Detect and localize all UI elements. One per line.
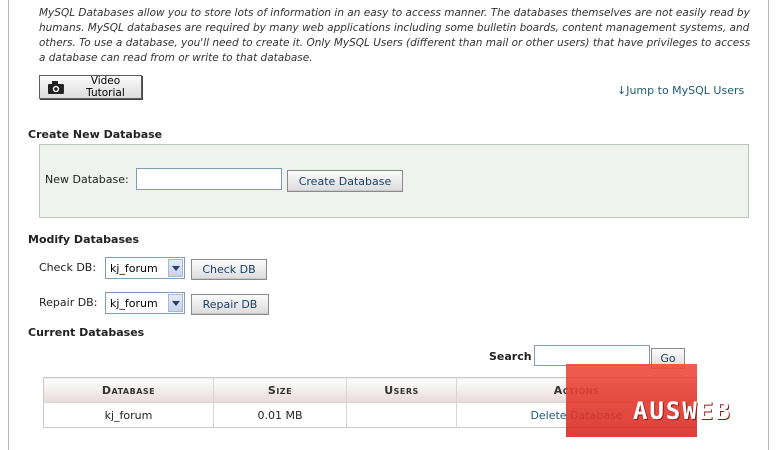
check-db-select[interactable]: kj_forum (105, 257, 185, 279)
new-database-label: New Database: (45, 173, 129, 186)
search-label: Search (489, 350, 532, 363)
repair-db-button[interactable]: Repair DB (191, 294, 269, 315)
check-db-label: Check DB: (39, 261, 97, 274)
create-database-button[interactable]: Create Database (287, 170, 403, 192)
column-header-users: Users (346, 377, 457, 403)
chevron-down-icon[interactable] (168, 294, 183, 312)
page-frame-right (768, 0, 769, 450)
check-db-selected: kj_forum (110, 261, 158, 275)
video-tutorial-label: Video Tutorial (86, 75, 125, 99)
column-header-size[interactable]: Size (213, 377, 347, 403)
repair-db-label: Repair DB: (39, 296, 98, 309)
check-db-button[interactable]: Check DB (191, 259, 267, 280)
jump-to-mysql-users-link[interactable]: ↓Jump to MySQL Users (617, 84, 744, 97)
video-tutorial-button[interactable]: Video Tutorial (39, 75, 142, 99)
cell-users (346, 402, 457, 428)
new-database-input[interactable] (136, 168, 282, 190)
current-databases-heading: Current Databases (28, 326, 145, 339)
watermark-text: AUSWEB (633, 397, 732, 425)
page-frame-left (8, 0, 9, 450)
camera-icon (48, 80, 64, 94)
create-database-heading: Create New Database (28, 128, 163, 141)
column-header-database[interactable]: Database (43, 377, 214, 403)
cell-size: 0.01 MB (213, 402, 347, 428)
repair-db-selected: kj_forum (110, 296, 158, 310)
search-input[interactable] (534, 345, 650, 366)
intro-paragraph: MySQL Databases allow you to store lots … (39, 7, 751, 64)
repair-db-select[interactable]: kj_forum (105, 292, 185, 314)
modify-databases-heading: Modify Databases (28, 233, 140, 246)
cell-database: kj_forum (43, 402, 214, 428)
chevron-down-icon[interactable] (168, 259, 183, 277)
